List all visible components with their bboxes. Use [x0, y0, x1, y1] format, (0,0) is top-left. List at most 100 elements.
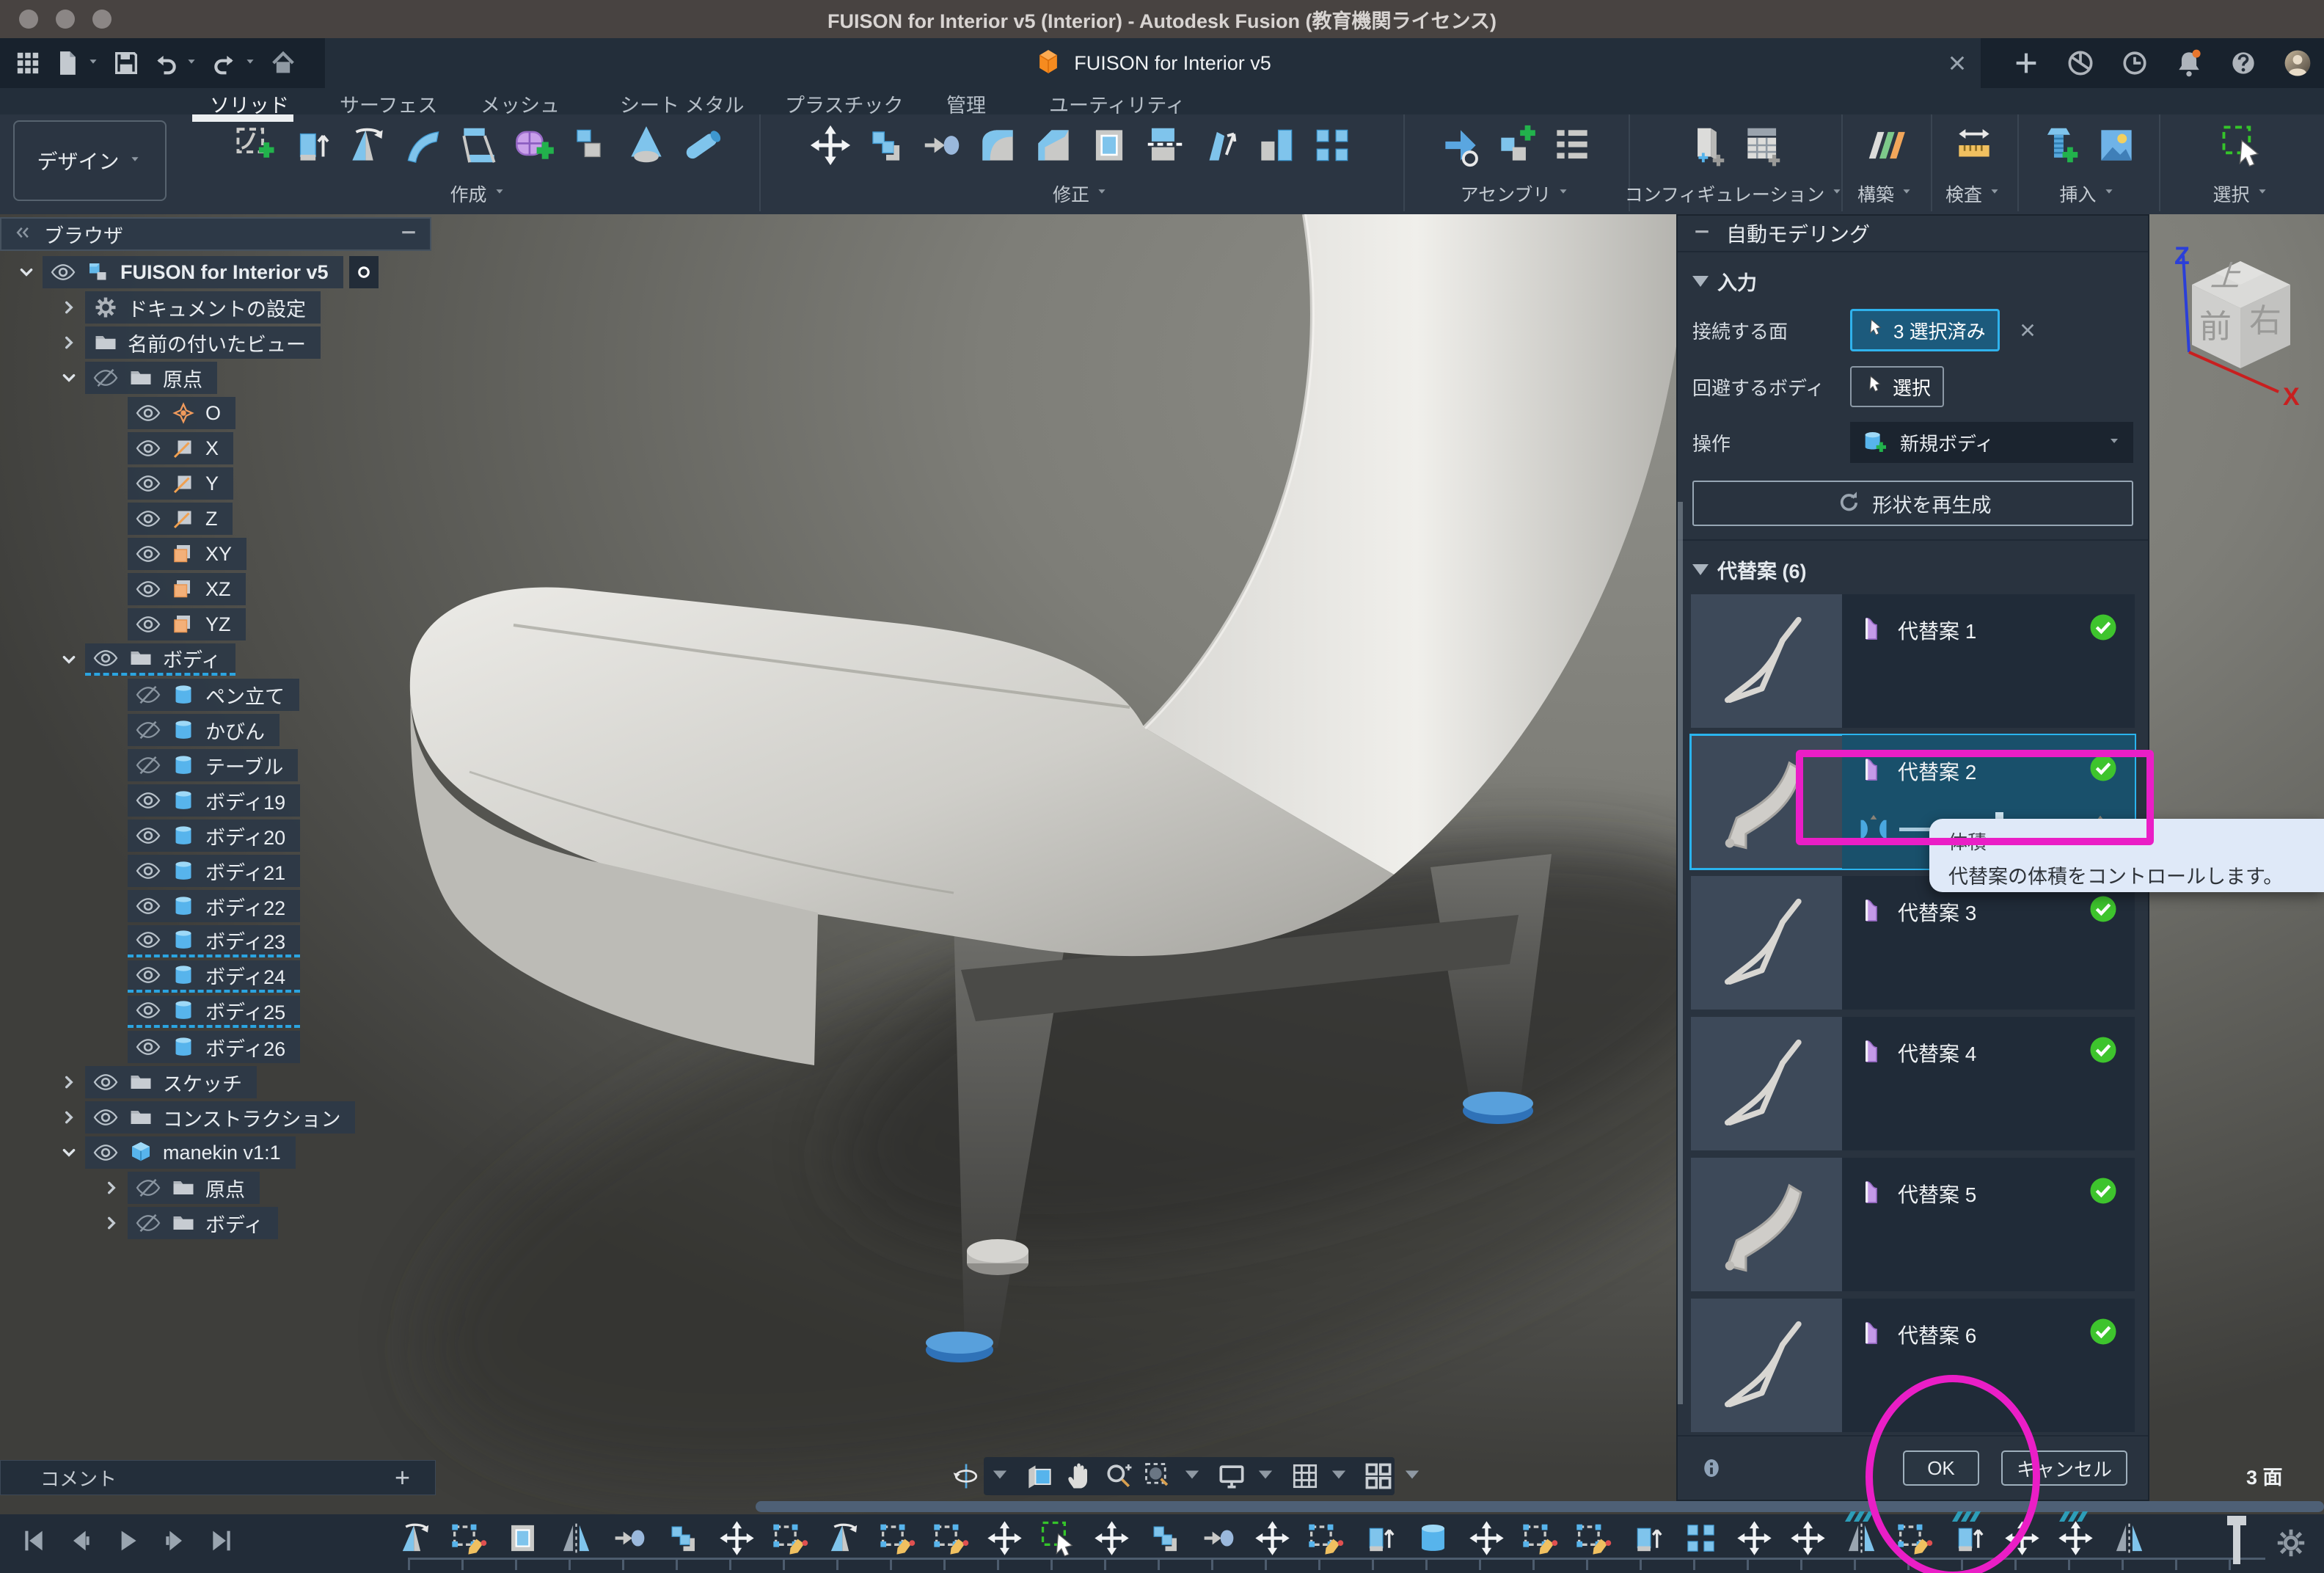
timeline-feature-sketch-edit[interactable] — [1896, 1519, 1934, 1558]
document-tab[interactable]: FUISON for Interior v5 — [325, 38, 1981, 88]
app-grid-icon[interactable] — [13, 48, 43, 78]
skip-start-icon[interactable] — [19, 1526, 48, 1555]
grid-icon-icon[interactable] — [1289, 1459, 1355, 1494]
tree-row[interactable]: ドキュメントの設定 — [53, 291, 469, 324]
tree-row[interactable]: ボディ25 — [95, 995, 469, 1029]
close-window-button[interactable] — [19, 10, 38, 29]
timeline-settings-gear-icon[interactable] — [2274, 1526, 2308, 1560]
chevron-right-icon[interactable] — [95, 1207, 128, 1239]
step-back-icon[interactable] — [66, 1526, 95, 1555]
timeline-feature-sketch-edit[interactable] — [1307, 1519, 1345, 1558]
tree-row[interactable]: Y — [95, 467, 469, 500]
alternatives-section-header[interactable]: 代替案 (6) — [1678, 541, 2148, 590]
file-new-icon[interactable] — [53, 48, 101, 78]
play-icon[interactable] — [113, 1526, 142, 1555]
visibility-eye-icon[interactable] — [50, 259, 76, 285]
insert-derive-icon[interactable] — [1435, 119, 1486, 172]
visibility-eye-icon[interactable] — [135, 997, 161, 1023]
timeline-feature-pattern[interactable] — [1681, 1519, 1720, 1558]
tree-row[interactable]: かびん — [95, 713, 469, 747]
chevron-down-icon[interactable] — [53, 1136, 85, 1169]
timeline-feature-move[interactable] — [1253, 1519, 1292, 1558]
visibility-eye-off-icon[interactable] — [135, 682, 161, 708]
tree-row[interactable]: テーブル — [95, 748, 469, 782]
notifications-icon[interactable] — [2173, 47, 2205, 79]
visibility-eye-off-icon[interactable] — [135, 752, 161, 778]
timeline-feature-move[interactable] — [2003, 1519, 2042, 1558]
config-table-icon[interactable] — [1737, 119, 1788, 172]
undo-icon[interactable] — [151, 48, 200, 78]
tree-row[interactable]: コンストラクション — [53, 1101, 469, 1134]
thicken-icon[interactable] — [565, 119, 616, 172]
visibility-eye-icon[interactable] — [135, 541, 161, 567]
timeline-feature-extrude[interactable] — [1628, 1519, 1667, 1558]
alternative-item-5[interactable]: 代替案 5 — [1691, 1158, 2135, 1291]
tree-row[interactable]: ボディ — [95, 1206, 469, 1240]
tree-row[interactable]: ボディ20 — [95, 819, 469, 853]
extensions-icon[interactable] — [2064, 47, 2097, 79]
activate-component-icon[interactable] — [349, 256, 379, 288]
skip-end-icon[interactable] — [207, 1526, 236, 1555]
timeline-feature-extrude[interactable] — [1949, 1519, 1988, 1558]
alternative-item-3[interactable]: 代替案 3 — [1691, 876, 2135, 1010]
minimize-dialog-icon[interactable] — [1691, 221, 1713, 247]
group-label[interactable]: アセンブリ — [1403, 180, 1629, 207]
orbit-icon[interactable] — [950, 1459, 1016, 1494]
visibility-eye-icon[interactable] — [135, 1034, 161, 1060]
step-forward-icon[interactable] — [160, 1526, 189, 1555]
visibility-eye-icon[interactable] — [135, 962, 161, 988]
visibility-eye-icon[interactable] — [135, 858, 161, 884]
dialog-header[interactable]: 自動モデリング — [1678, 216, 2148, 252]
timeline-feature-extrude[interactable] — [1360, 1519, 1399, 1558]
volume-min-icon[interactable] — [1858, 814, 1889, 844]
chevron-right-icon[interactable] — [53, 326, 85, 359]
regenerate-shape-button[interactable]: 形状を再生成 — [1692, 481, 2133, 526]
configuration-icon[interactable] — [1681, 119, 1733, 172]
timeline-feature-move[interactable] — [1735, 1519, 1774, 1558]
avatar-icon[interactable] — [2281, 47, 2314, 79]
timeline-feature-move[interactable] — [1467, 1519, 1506, 1558]
timeline-feature-mirror[interactable] — [2110, 1519, 2149, 1558]
alternative-item-4[interactable]: 代替案 4 — [1691, 1017, 2135, 1150]
redo-icon[interactable] — [210, 48, 258, 78]
chevron-down-icon[interactable] — [53, 643, 85, 676]
tree-row[interactable]: ボディ19 — [95, 784, 469, 817]
ok-button[interactable]: OK — [1903, 1450, 1979, 1486]
connect-faces-selection-button[interactable]: 3 選択済み — [1850, 309, 2000, 351]
job-status-icon[interactable] — [2119, 47, 2151, 79]
save-icon[interactable] — [112, 48, 141, 78]
comment-bar[interactable]: コメント + — [0, 1460, 436, 1495]
revolve-icon[interactable] — [342, 119, 393, 172]
tree-row[interactable]: O — [95, 396, 469, 430]
timeline-feature-mirror[interactable] — [1842, 1519, 1881, 1558]
sweep-icon[interactable] — [398, 119, 449, 172]
viewports-icon[interactable] — [1362, 1459, 1428, 1494]
visibility-eye-icon[interactable] — [92, 645, 119, 671]
press-pull-icon[interactable] — [916, 119, 968, 172]
timeline-scrollbar[interactable] — [756, 1501, 2324, 1512]
visibility-eye-icon[interactable] — [135, 893, 161, 919]
create-sketch-icon[interactable] — [230, 119, 282, 172]
timeline-feature-sketch-edit[interactable] — [932, 1519, 971, 1558]
visibility-eye-icon[interactable] — [92, 1104, 119, 1131]
add-comment-button[interactable]: + — [395, 1462, 435, 1493]
visibility-eye-icon[interactable] — [135, 927, 161, 953]
tree-row[interactable]: Z — [95, 502, 469, 536]
cancel-button[interactable]: キャンセル — [2001, 1450, 2127, 1486]
move-icon[interactable] — [805, 119, 856, 172]
visibility-eye-off-icon[interactable] — [92, 365, 119, 391]
timeline-feature-move[interactable] — [985, 1519, 1024, 1558]
display-icon[interactable] — [1216, 1459, 1282, 1494]
visibility-eye-icon[interactable] — [135, 822, 161, 849]
visibility-eye-icon[interactable] — [92, 1139, 119, 1166]
tree-row[interactable]: YZ — [95, 607, 469, 641]
group-label[interactable]: コンフィギュレーション — [1629, 180, 1841, 207]
timeline-feature-body[interactable] — [1414, 1519, 1452, 1558]
chevron-down-icon[interactable] — [53, 362, 85, 394]
operation-dropdown[interactable]: 新規ボディ — [1850, 422, 2133, 463]
joint-list-icon[interactable] — [1546, 119, 1598, 172]
minimize-panel-icon[interactable] — [398, 222, 420, 247]
timeline-feature-revolve[interactable] — [825, 1519, 863, 1558]
workspace-selector[interactable]: デザイン — [13, 120, 167, 201]
pattern-icon[interactable] — [1307, 119, 1358, 172]
